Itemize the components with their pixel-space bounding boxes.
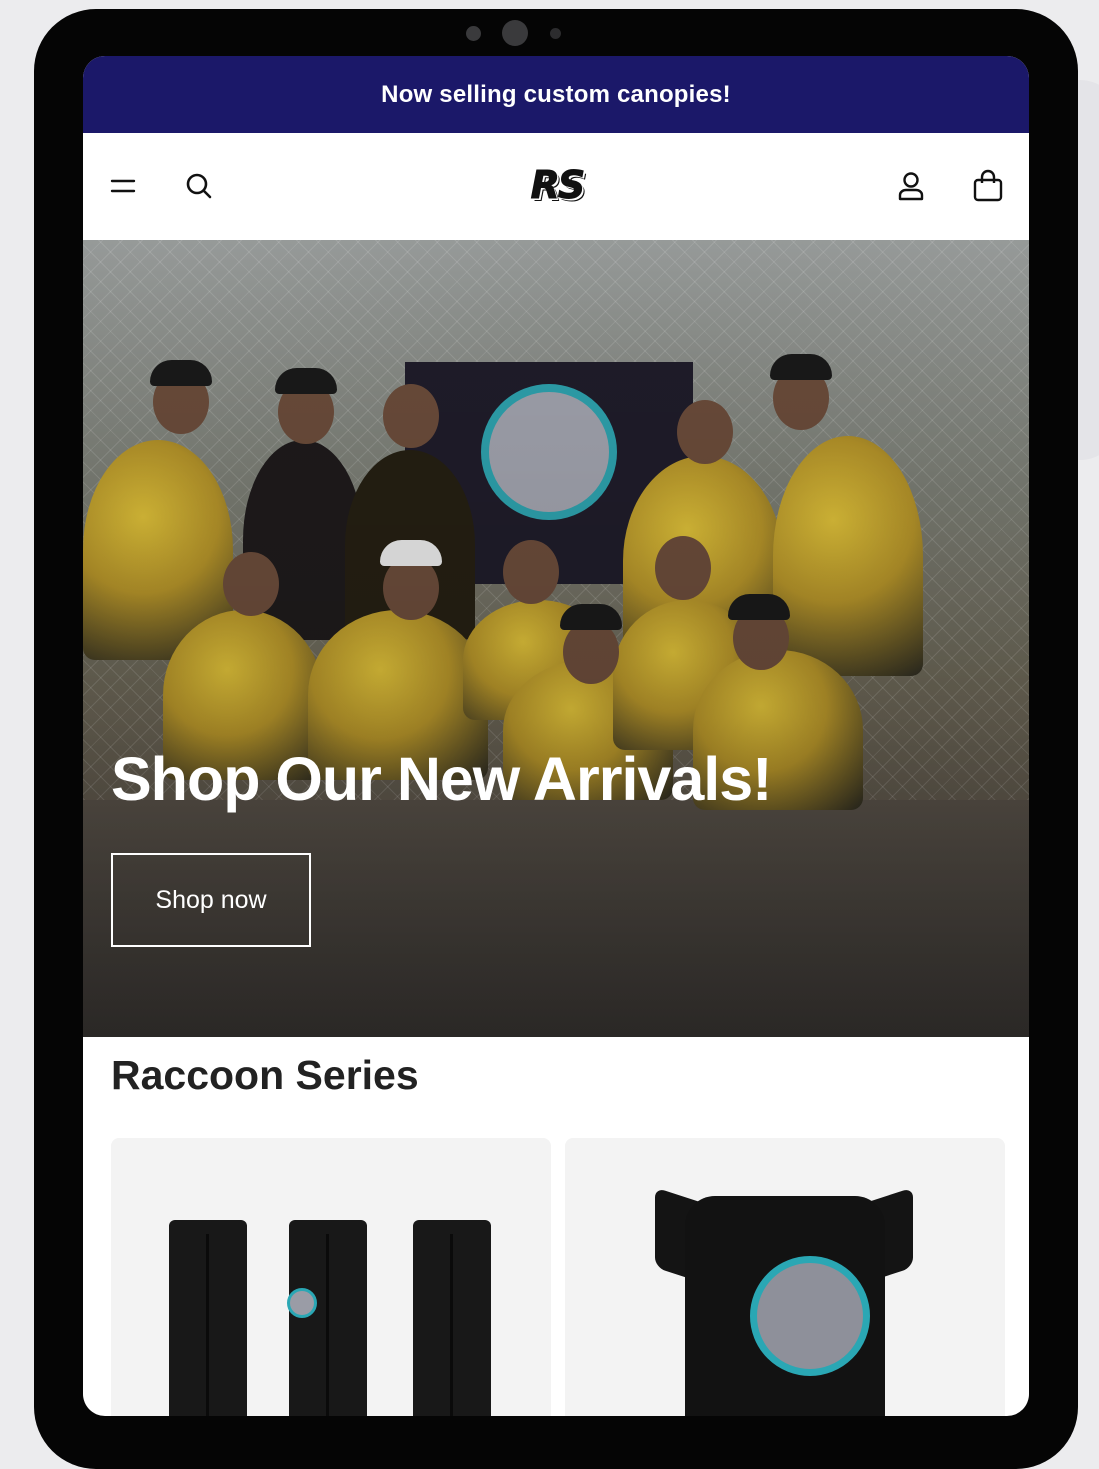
shop-now-button[interactable]: Shop now [111, 853, 311, 947]
hero-banner: Shop Our New Arrivals! Shop now [83, 240, 1029, 1037]
sensor-dot [466, 26, 481, 41]
menu-icon[interactable] [106, 169, 140, 203]
product-card[interactable] [565, 1138, 1005, 1416]
site-header: RS [83, 133, 1029, 240]
announcement-bar[interactable]: Now selling custom canopies! [83, 56, 1029, 133]
device-screen: Now selling custom canopies! RS Shop Our… [83, 56, 1029, 1416]
shop-now-label: Shop now [155, 885, 267, 914]
pants-side [413, 1220, 491, 1416]
raccoon-logo-icon [750, 1256, 870, 1376]
raccoon-patch-icon [287, 1288, 317, 1318]
hero-title: Shop Our New Arrivals! [111, 745, 772, 813]
pants-back [169, 1220, 247, 1416]
pants-front [287, 1220, 367, 1416]
store-logo[interactable]: RS [526, 161, 588, 209]
camera-lens [502, 20, 528, 46]
collection-title: Raccoon Series [111, 1052, 419, 1098]
announcement-text: Now selling custom canopies! [381, 80, 731, 108]
product-card[interactable] [111, 1138, 551, 1416]
search-icon[interactable] [182, 169, 216, 203]
account-icon[interactable] [894, 169, 928, 203]
sensor-dot [550, 28, 561, 39]
cart-icon[interactable] [971, 169, 1005, 203]
logo-text: RS [530, 163, 586, 208]
